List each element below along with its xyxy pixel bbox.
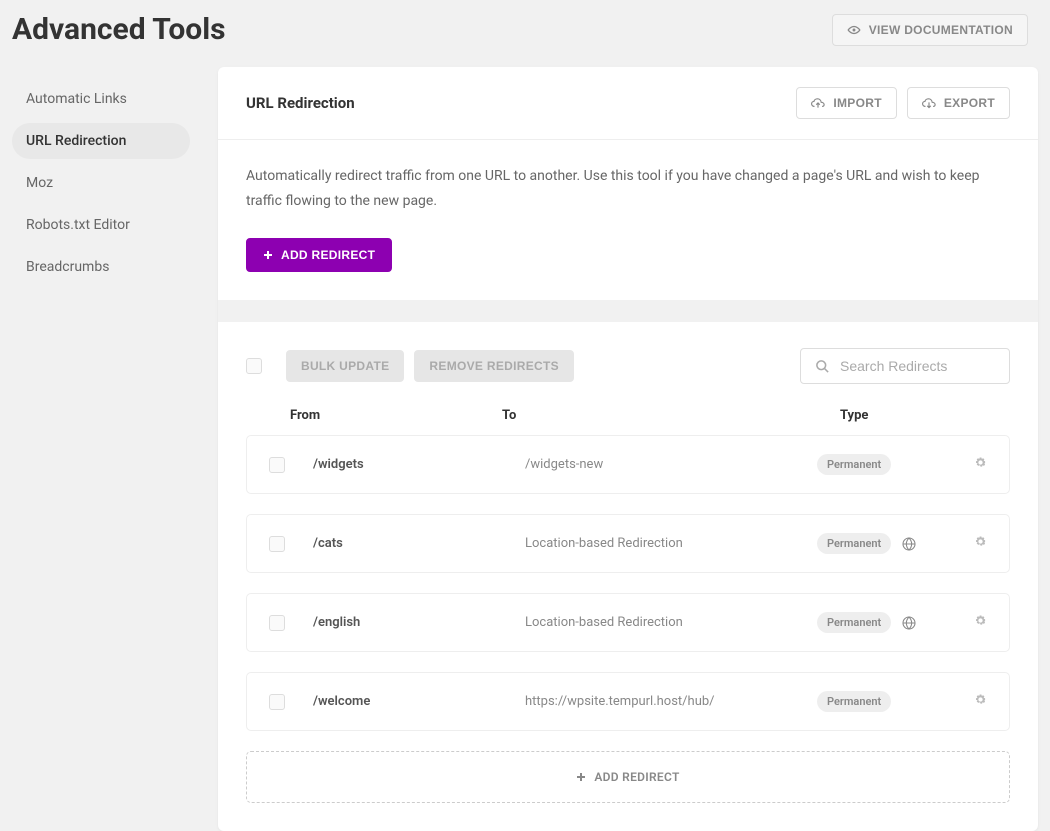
row-checkbox[interactable] (269, 457, 285, 473)
row-from: /welcome (313, 694, 525, 709)
type-badge: Permanent (817, 612, 891, 633)
plus-icon (263, 250, 273, 260)
page-title: Advanced Tools (12, 12, 226, 47)
cloud-upload-icon (811, 98, 825, 109)
import-button[interactable]: IMPORT (796, 87, 896, 119)
gear-icon[interactable] (974, 614, 987, 627)
sidebar-item-automatic-links[interactable]: Automatic Links (12, 81, 190, 117)
panel-title: URL Redirection (246, 94, 355, 112)
panel-description: Automatically redirect traffic from one … (246, 164, 1010, 214)
documentation-icon (847, 25, 861, 35)
row-to: https://wpsite.tempurl.host/hub/ (525, 694, 817, 709)
search-input[interactable] (840, 358, 995, 374)
add-redirect-row-label: ADD REDIRECT (594, 770, 679, 784)
header-to: To (502, 408, 840, 423)
row-checkbox[interactable] (269, 536, 285, 552)
import-label: IMPORT (833, 96, 881, 110)
cloud-download-icon (922, 98, 936, 109)
row-from: /cats (313, 536, 525, 551)
row-from: /widgets (313, 457, 525, 472)
table-row: /welcome https://wpsite.tempurl.host/hub… (246, 672, 1010, 731)
gear-icon[interactable] (974, 535, 987, 548)
row-to: Location-based Redirection (525, 536, 817, 551)
table-row: /widgets /widgets-new Permanent (246, 435, 1010, 494)
sidebar: Automatic Links URL Redirection Moz Robo… (12, 67, 190, 831)
select-all-checkbox[interactable] (246, 358, 262, 374)
sidebar-item-robots-txt[interactable]: Robots.txt Editor (12, 207, 190, 243)
sidebar-item-moz[interactable]: Moz (12, 165, 190, 201)
globe-icon (901, 536, 917, 552)
search-box[interactable] (800, 348, 1010, 384)
type-badge: Permanent (817, 691, 891, 712)
add-redirect-label: ADD REDIRECT (281, 248, 375, 262)
sidebar-item-url-redirection[interactable]: URL Redirection (12, 123, 190, 159)
main-panel: URL Redirection IMPORT EXPORT (218, 67, 1038, 831)
remove-redirects-button[interactable]: REMOVE REDIRECTS (414, 350, 573, 382)
table-row: /english Location-based Redirection Perm… (246, 593, 1010, 652)
header-type: Type (840, 408, 980, 423)
view-documentation-button[interactable]: VIEW DOCUMENTATION (832, 14, 1028, 46)
table-header: From To Type (246, 394, 1010, 435)
plus-icon (576, 772, 586, 782)
row-checkbox[interactable] (269, 615, 285, 631)
gear-icon[interactable] (974, 693, 987, 706)
table-row: /cats Location-based Redirection Permane… (246, 514, 1010, 573)
section-divider (218, 300, 1038, 322)
row-to: /widgets-new (525, 457, 817, 472)
row-to: Location-based Redirection (525, 615, 817, 630)
add-redirect-button[interactable]: ADD REDIRECT (246, 238, 392, 272)
export-button[interactable]: EXPORT (907, 87, 1010, 119)
row-from: /english (313, 615, 525, 630)
type-badge: Permanent (817, 454, 891, 475)
view-documentation-label: VIEW DOCUMENTATION (869, 23, 1013, 37)
row-checkbox[interactable] (269, 694, 285, 710)
add-redirect-row[interactable]: ADD REDIRECT (246, 751, 1010, 803)
header-from: From (290, 408, 502, 423)
gear-icon[interactable] (974, 456, 987, 469)
sidebar-item-breadcrumbs[interactable]: Breadcrumbs (12, 249, 190, 285)
type-badge: Permanent (817, 533, 891, 554)
export-label: EXPORT (944, 96, 995, 110)
search-icon (815, 359, 830, 374)
bulk-update-button[interactable]: BULK UPDATE (286, 350, 404, 382)
globe-icon (901, 615, 917, 631)
